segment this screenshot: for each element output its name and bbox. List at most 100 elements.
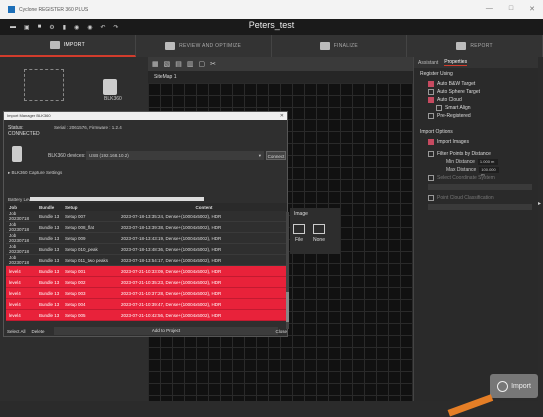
- tab-sitemap[interactable]: SiteMap 1: [148, 71, 413, 83]
- checkbox-icon: [428, 139, 434, 145]
- max-distance-input[interactable]: 100.000 m: [479, 167, 500, 177]
- table-row-selected[interactable]: level4 Bundle 13 Setup 002 2023-07-21-10:35…: [6, 277, 287, 288]
- table-row-selected[interactable]: level4 Bundle 13 Setup 001 2023-07-21-10:33…: [6, 266, 287, 277]
- title-bar: Cyclone REGISTER 360 PLUS — □ ✕: [0, 0, 543, 19]
- folder-icon: [313, 224, 325, 234]
- checkbox-icon: [428, 175, 434, 181]
- layout-icon[interactable]: ▦: [152, 60, 159, 68]
- layers-icon[interactable]: ▥: [187, 60, 194, 68]
- right-panel: Assistant Properties Register Using Auto…: [413, 57, 538, 401]
- select-all-button[interactable]: Select All: [4, 329, 29, 334]
- chevron-down-icon: ▾: [258, 153, 261, 158]
- filter-points-option[interactable]: Filter Points by Distance: [414, 150, 538, 158]
- table-row-selected[interactable]: level4 Bundle 13 Setup 005 2023-07-21-10:42…: [6, 310, 287, 321]
- table-row[interactable]: Job 20230718 Bundle 13 Setup 007 2023-07-18…: [6, 211, 287, 222]
- check-icon: [319, 42, 330, 50]
- add-to-project-button[interactable]: Add to Project: [54, 327, 278, 335]
- viewer-toolbar: ▦ ▧ ▤ ▥ ▢ ✂: [148, 57, 413, 71]
- setups-table: Job Bundle Setup Content Job 20230718 Bun…: [6, 203, 287, 321]
- device-drop-area[interactable]: [24, 69, 64, 101]
- right-panel-tabs: Assistant Properties: [414, 57, 538, 68]
- pre-registered-option[interactable]: Pre-Registered: [414, 112, 538, 120]
- step-finalize[interactable]: FINALIZE: [272, 35, 408, 57]
- coordinate-system-field: [428, 184, 532, 190]
- import-options-heading: Import Options: [420, 129, 453, 135]
- checkbox-icon: [428, 89, 434, 95]
- devices-label: BLK360 devices:: [48, 153, 86, 159]
- import-manager-dialog: Import Manager BLK360 ✕ Status: CONNECTE…: [3, 111, 289, 337]
- window-title: Cyclone REGISTER 360 PLUS: [19, 6, 89, 13]
- import-icon: [49, 41, 60, 49]
- table-row-selected[interactable]: level4 Bundle 13 Setup 003 2023-07-21-10:37…: [6, 288, 287, 299]
- close-window-button[interactable]: ✕: [529, 5, 535, 13]
- col-bundle[interactable]: Bundle: [37, 205, 63, 210]
- view-icon[interactable]: ▧: [164, 60, 171, 68]
- table-row[interactable]: Job 20230718 Bundle 13 Setup 008_flat 2023-…: [6, 222, 287, 233]
- connect-button[interactable]: Connect: [266, 151, 286, 160]
- maximize-button[interactable]: □: [509, 5, 513, 13]
- project-bar: ▬ ▣ ■ ⚙ ▮ ◉ ◉ ↶ ↷ Peters_test: [0, 19, 543, 35]
- table-header: Job Bundle Setup Content: [6, 203, 287, 211]
- select-icon[interactable]: ▢: [199, 60, 206, 68]
- smart-align-option[interactable]: Smart Align: [414, 104, 538, 112]
- select-coordinate-option[interactable]: Select Coordinate System: [414, 174, 538, 182]
- min-distance-input[interactable]: 1.000 m: [477, 159, 498, 165]
- step-report[interactable]: REPORT: [407, 35, 543, 57]
- dialog-title-bar: Import Manager BLK360 ✕: [4, 112, 287, 120]
- file-icon: [293, 224, 305, 234]
- classification-field: [428, 204, 532, 210]
- close-icon[interactable]: ✕: [280, 112, 284, 120]
- checkbox-icon: [428, 97, 434, 103]
- file-option[interactable]: File: [290, 224, 308, 243]
- app-icon: [8, 6, 15, 13]
- scrollbar-thumb[interactable]: [286, 292, 289, 322]
- table-scrollbar[interactable]: [286, 212, 289, 329]
- import-button[interactable]: Import: [490, 374, 538, 398]
- battery-bar: [30, 197, 204, 201]
- auto-bw-target-option[interactable]: Auto B&W Target: [414, 80, 538, 88]
- col-content[interactable]: Content: [119, 205, 287, 210]
- tab-properties[interactable]: Properties: [444, 59, 468, 66]
- import-icon: [497, 380, 509, 392]
- search-icon: [165, 42, 176, 50]
- report-icon: [456, 42, 467, 50]
- image-popup: Image File None: [290, 208, 340, 254]
- tab-assistant[interactable]: Assistant: [418, 60, 438, 66]
- checkbox-icon: [428, 195, 434, 201]
- register-using-heading: Register Using: [420, 71, 453, 77]
- point-cloud-class-option[interactable]: Point Cloud Classification: [414, 194, 538, 202]
- col-setup[interactable]: Setup: [63, 205, 119, 210]
- capture-settings-toggle[interactable]: ▸ BLK360 Capture Settings: [8, 170, 62, 176]
- close-button[interactable]: Close: [275, 329, 287, 334]
- minimize-button[interactable]: —: [486, 5, 493, 13]
- tools-icon[interactable]: ✂: [210, 60, 216, 68]
- dialog-footer: Select All Delete Add to Project Close: [4, 326, 289, 336]
- scanner-icon: [12, 146, 22, 162]
- none-option[interactable]: None: [310, 224, 328, 243]
- serial-info: Serial : 2061576, Firmware : 1.2.4: [54, 125, 122, 130]
- connection-status: Status: CONNECTED: [8, 125, 40, 137]
- step-review[interactable]: REVIEW AND OPTIMIZE: [136, 35, 272, 57]
- image-popup-heading: Image: [294, 211, 308, 217]
- device-label: BLK360: [104, 96, 122, 102]
- scanner-icon[interactable]: [103, 79, 117, 95]
- checkbox-icon: [436, 105, 442, 111]
- checkbox-icon: [428, 81, 434, 87]
- chevron-right-icon[interactable]: ▸: [538, 200, 543, 210]
- workflow-steps: IMPORT REVIEW AND OPTIMIZE FINALIZE REPO…: [0, 35, 543, 57]
- col-job[interactable]: Job: [6, 205, 37, 210]
- table-row[interactable]: Job 20230718 Bundle 13 Setup 009 2023-07-18…: [6, 233, 287, 244]
- checkbox-icon: [428, 151, 434, 157]
- delete-button[interactable]: Delete: [29, 329, 48, 334]
- project-name: Peters_test: [248, 20, 295, 30]
- checkbox-icon: [428, 113, 434, 119]
- table-row[interactable]: Job 20230718 Bundle 13 Setup 011_two peaks…: [6, 255, 287, 266]
- grid-icon[interactable]: ▤: [175, 60, 182, 68]
- step-import[interactable]: IMPORT: [0, 35, 136, 57]
- table-row-selected[interactable]: level4 Bundle 13 Setup 004 2023-07-21-10:39…: [6, 299, 287, 310]
- import-images-option[interactable]: Import Images: [414, 138, 538, 146]
- auto-cloud-option[interactable]: Auto Cloud: [414, 96, 538, 104]
- devices-select[interactable]: USB (192.168.10.2) ▾: [86, 151, 264, 160]
- auto-sphere-target-option[interactable]: Auto Sphere Target: [414, 88, 538, 96]
- table-row[interactable]: Job 20230718 Bundle 13 Setup 010_peak 2023-…: [6, 244, 287, 255]
